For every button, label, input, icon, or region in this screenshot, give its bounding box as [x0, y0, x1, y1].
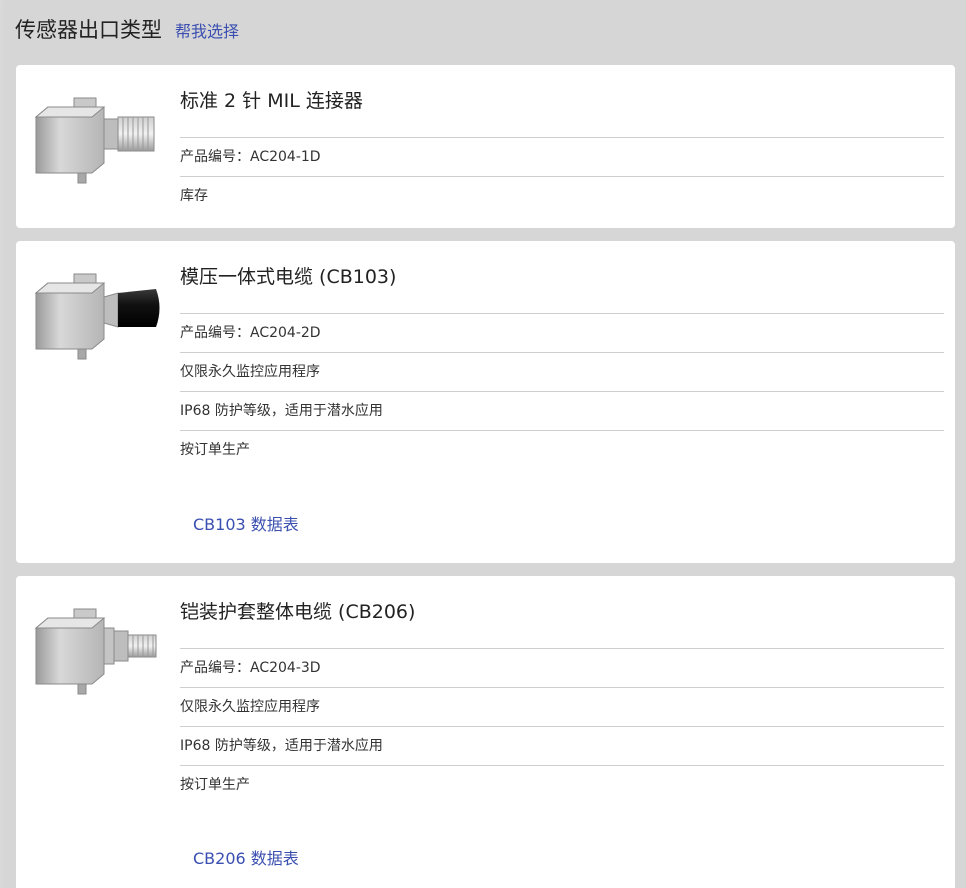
product-details: 标准 2 针 MIL 连接器 产品编号：AC204-1D 库存	[180, 65, 944, 215]
cb103-datasheet-link[interactable]: CB103 数据表	[193, 511, 299, 535]
part-number: 产品编号：AC204-3D	[180, 649, 944, 688]
sensor-armored-cable-icon	[34, 608, 157, 695]
part-number: 产品编号：AC204-1D	[180, 138, 944, 177]
product-note: 库存	[180, 188, 208, 204]
product-card-molded-cable[interactable]: 模压一体式电缆 (CB103) 产品编号：AC204-2D 仅限永久监控应用程序…	[16, 241, 955, 563]
product-note: 仅限永久监控应用程序	[180, 353, 944, 392]
product-title: 铠装护套整体电缆 (CB206)	[180, 576, 944, 649]
product-note: 仅限永久监控应用程序	[180, 688, 944, 727]
product-card-armored-cable[interactable]: 铠装护套整体电缆 (CB206) 产品编号：AC204-3D 仅限永久监控应用程…	[16, 576, 955, 888]
part-number: 产品编号：AC204-2D	[180, 314, 944, 353]
page-title: 传感器出口类型	[15, 18, 162, 42]
product-title: 模压一体式电缆 (CB103)	[180, 241, 944, 314]
product-note: 按订单生产	[180, 442, 250, 458]
product-note: IP68 防护等级，适用于潜水应用	[180, 727, 944, 766]
product-note: IP68 防护等级，适用于潜水应用	[180, 392, 944, 431]
sensor-molded-cable-icon	[34, 273, 160, 360]
product-details: 铠装护套整体电缆 (CB206) 产品编号：AC204-3D 仅限永久监控应用程…	[180, 576, 944, 804]
sensor-mil-connector-icon	[34, 97, 155, 184]
product-title: 标准 2 针 MIL 连接器	[180, 65, 944, 138]
product-details: 模压一体式电缆 (CB103) 产品编号：AC204-2D 仅限永久监控应用程序…	[180, 241, 944, 469]
outlet-type-panel: 传感器出口类型 帮我选择 标准 2 针 MIL 连接器 产品编号：AC204-1…	[3, 0, 966, 888]
product-note: 按订单生产	[180, 777, 250, 793]
cb206-datasheet-link[interactable]: CB206 数据表	[193, 845, 299, 869]
panel-header: 传感器出口类型 帮我选择	[15, 14, 239, 46]
help-me-choose-link[interactable]: 帮我选择	[175, 18, 239, 42]
product-card-mil-connector[interactable]: 标准 2 针 MIL 连接器 产品编号：AC204-1D 库存	[16, 65, 955, 228]
